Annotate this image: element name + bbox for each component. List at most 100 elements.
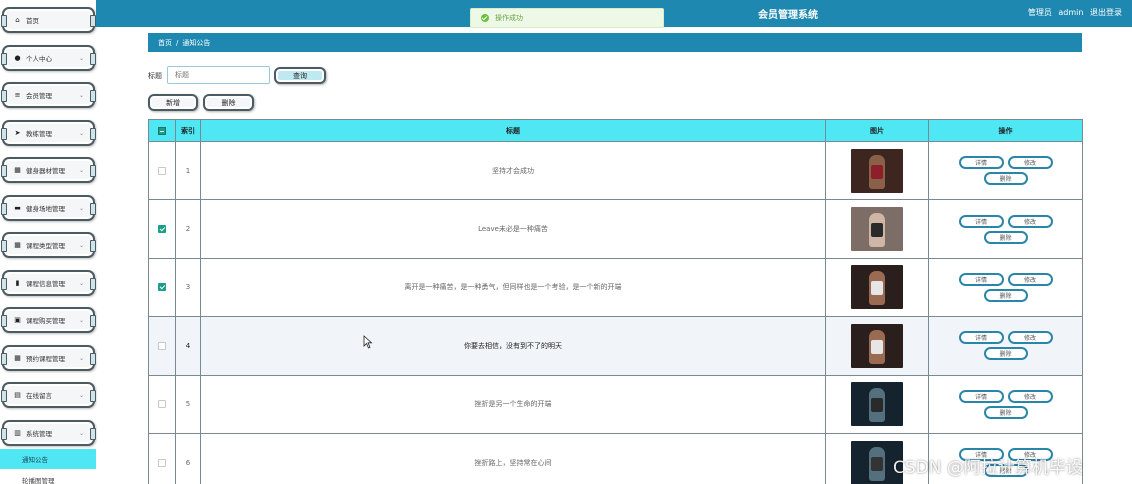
row-image-cell bbox=[825, 257, 929, 318]
table-row[interactable]: 5 挫折是另一个生命的开端 详情 修改 删除 bbox=[148, 374, 1083, 434]
row-index: 6 bbox=[175, 432, 201, 484]
chevron-down-icon: ⌄ bbox=[78, 242, 84, 249]
sidebar-item-label: 课程购买管理 bbox=[26, 317, 65, 325]
delete-row-button[interactable]: 删除 bbox=[983, 288, 1028, 302]
breadcrumb: 首页 / 通知公告 bbox=[148, 33, 1082, 52]
notice-thumbnail-image bbox=[851, 148, 903, 193]
row-title: 挫折路上，坚持常在心间 bbox=[200, 432, 826, 484]
table-row[interactable]: 4 你要去相信，没有到不了的明天 详情 修改 删除 bbox=[148, 316, 1083, 376]
sidebar-item-label: 预约课程管理 bbox=[26, 354, 65, 363]
row-checkbox-cell[interactable] bbox=[148, 316, 176, 376]
chevron-down-icon: ⌄ bbox=[78, 204, 84, 212]
sidebar-item-label: 课程类型管理 bbox=[26, 242, 65, 250]
row-checkbox[interactable] bbox=[158, 225, 166, 234]
list-icon: ≡ bbox=[14, 91, 21, 99]
column-header-index: 索引 bbox=[175, 119, 201, 142]
batch-delete-button[interactable]: 删除 bbox=[203, 94, 254, 111]
home-icon: ⌂ bbox=[15, 16, 20, 24]
row-checkbox-cell[interactable] bbox=[148, 140, 176, 201]
row-checkbox-cell[interactable] bbox=[148, 257, 176, 318]
sidebar-item-8[interactable]: ▮ 课程信息管理 ⌄ bbox=[1, 269, 96, 296]
sidebar-item-9[interactable]: ▣ 课程购买管理 ⌄ bbox=[1, 307, 96, 333]
send-icon: ➤ bbox=[14, 128, 21, 137]
toast-message: 操作成功 bbox=[495, 14, 523, 22]
table-row[interactable]: 3 离开是一种痛苦，是一种勇气，但同样也是一个考验，是一个新的开端 详情 修改 删除 bbox=[148, 257, 1083, 318]
breadcrumb-home[interactable]: 首页 bbox=[158, 39, 172, 47]
detail-button[interactable]: 详情 bbox=[958, 156, 1004, 170]
success-toast: 操作成功 bbox=[470, 8, 664, 28]
edit-button[interactable]: 修改 bbox=[1007, 389, 1053, 403]
delete-row-button[interactable]: 删除 bbox=[983, 172, 1028, 186]
notice-thumbnail-image bbox=[851, 265, 903, 310]
delete-row-button[interactable]: 删除 bbox=[983, 230, 1028, 244]
sidebar-item-1[interactable]: ⌂ 首页 bbox=[1, 7, 96, 33]
breadcrumb-current: 通知公告 bbox=[182, 39, 211, 47]
bar-chart-icon: ▮ bbox=[15, 278, 20, 287]
select-all-checkbox[interactable] bbox=[148, 119, 176, 142]
row-actions-cell: 详情 修改删除 bbox=[928, 316, 1083, 376]
chevron-down-icon: ⌄ bbox=[78, 429, 84, 437]
row-checkbox[interactable] bbox=[158, 458, 166, 467]
sidebar-subitem-notices[interactable]: 通知公告 bbox=[0, 449, 96, 469]
sidebar-item-5[interactable]: ▦ 健身器材管理 ⌄ bbox=[1, 157, 96, 183]
sidebar-item-10[interactable]: ▦ 预约课程管理 ⌄ bbox=[1, 344, 96, 371]
admin-info: 管理员 admin 退出登录 bbox=[1024, 7, 1122, 18]
detail-button[interactable]: 详情 bbox=[958, 389, 1004, 403]
row-checkbox[interactable] bbox=[158, 166, 166, 175]
notices-table: 索引 标题 图片 操作 1 坚持才会成功 详情 修改 删除 2 Leave未必是一种痛苦 详情… bbox=[148, 119, 1083, 484]
delete-row-button[interactable]: 删除 bbox=[983, 405, 1028, 419]
sidebar-subitem-carousel[interactable]: 轮播图管理 bbox=[0, 471, 96, 484]
sidebar-item-label: 健身器材管理 bbox=[26, 167, 65, 175]
row-checkbox[interactable] bbox=[158, 400, 166, 409]
sidebar-item-11[interactable]: ▤ 在线留言 ⌄ bbox=[1, 382, 96, 408]
chevron-down-icon: ⌄ bbox=[78, 54, 84, 62]
edit-button[interactable]: 修改 bbox=[1007, 331, 1053, 345]
clipboard-icon: ▥ bbox=[14, 428, 21, 437]
add-button[interactable]: 新增 bbox=[148, 94, 198, 111]
sidebar-item-label: 系统管理 bbox=[26, 429, 52, 438]
row-checkbox[interactable] bbox=[158, 341, 166, 350]
user-role: 管理员 bbox=[1027, 8, 1052, 17]
system-title: 会员管理系统 bbox=[758, 10, 818, 21]
monitor-icon: ▬ bbox=[14, 203, 21, 212]
grid-icon: ▦ bbox=[14, 166, 21, 174]
logout-link[interactable]: 退出登录 bbox=[1090, 8, 1122, 17]
row-title: 坚持才会成功 bbox=[200, 140, 826, 201]
sidebar-item-label: 会员管理 bbox=[26, 92, 52, 100]
row-checkbox-cell[interactable] bbox=[148, 199, 176, 259]
row-actions-cell: 详情 修改删除 bbox=[928, 140, 1083, 201]
row-image-cell bbox=[825, 199, 929, 259]
sidebar-item-4[interactable]: ➤ 教练管理 ⌄ bbox=[1, 119, 96, 146]
row-title: 你要去相信，没有到不了的明天 bbox=[200, 316, 826, 376]
mouse-cursor-icon bbox=[363, 335, 373, 349]
edit-button[interactable]: 修改 bbox=[1007, 156, 1053, 170]
success-check-icon bbox=[481, 14, 489, 22]
row-checkbox-cell[interactable] bbox=[148, 432, 176, 484]
sidebar-item-7[interactable]: ▦ 课程类型管理 ⌄ bbox=[1, 232, 96, 258]
user-icon: ● bbox=[14, 53, 21, 62]
detail-button[interactable]: 详情 bbox=[958, 214, 1004, 228]
table-row[interactable]: 1 坚持才会成功 详情 修改 删除 bbox=[148, 140, 1083, 201]
row-index: 3 bbox=[175, 257, 201, 318]
edit-button[interactable]: 修改 bbox=[1007, 272, 1053, 286]
table-body: 1 坚持才会成功 详情 修改 删除 2 Leave未必是一种痛苦 详情 修改 删除 3 离开是一种痛苦… bbox=[148, 140, 1083, 484]
title-search-input[interactable] bbox=[167, 66, 270, 84]
edit-button[interactable]: 修改 bbox=[1007, 214, 1053, 228]
row-image-cell bbox=[825, 316, 929, 376]
sidebar-item-12[interactable]: ▥ 系统管理 ⌄ bbox=[1, 419, 96, 446]
detail-button[interactable]: 详情 bbox=[958, 331, 1004, 345]
row-checkbox-cell[interactable] bbox=[148, 374, 176, 434]
row-checkbox[interactable] bbox=[158, 283, 166, 292]
delete-row-button[interactable]: 删除 bbox=[983, 347, 1028, 361]
sidebar-item-2[interactable]: ● 个人中心 ⌄ bbox=[1, 44, 96, 71]
sidebar-item-6[interactable]: ▬ 健身场地管理 ⌄ bbox=[1, 194, 96, 221]
briefcase-icon: ▣ bbox=[14, 316, 21, 324]
table-row[interactable]: 2 Leave未必是一种痛苦 详情 修改 删除 bbox=[148, 199, 1083, 259]
row-actions-cell: 详情 修改删除 bbox=[928, 257, 1083, 318]
sidebar-item-3[interactable]: ≡ 会员管理 ⌄ bbox=[1, 82, 96, 108]
search-button[interactable]: 查询 bbox=[274, 67, 326, 84]
detail-button[interactable]: 详情 bbox=[958, 272, 1004, 286]
watermark-text: CSDN @阿拉计算机毕设 bbox=[893, 458, 1083, 478]
sidebar-item-label: 教练管理 bbox=[26, 129, 52, 138]
chevron-down-icon: ⌄ bbox=[78, 317, 84, 324]
